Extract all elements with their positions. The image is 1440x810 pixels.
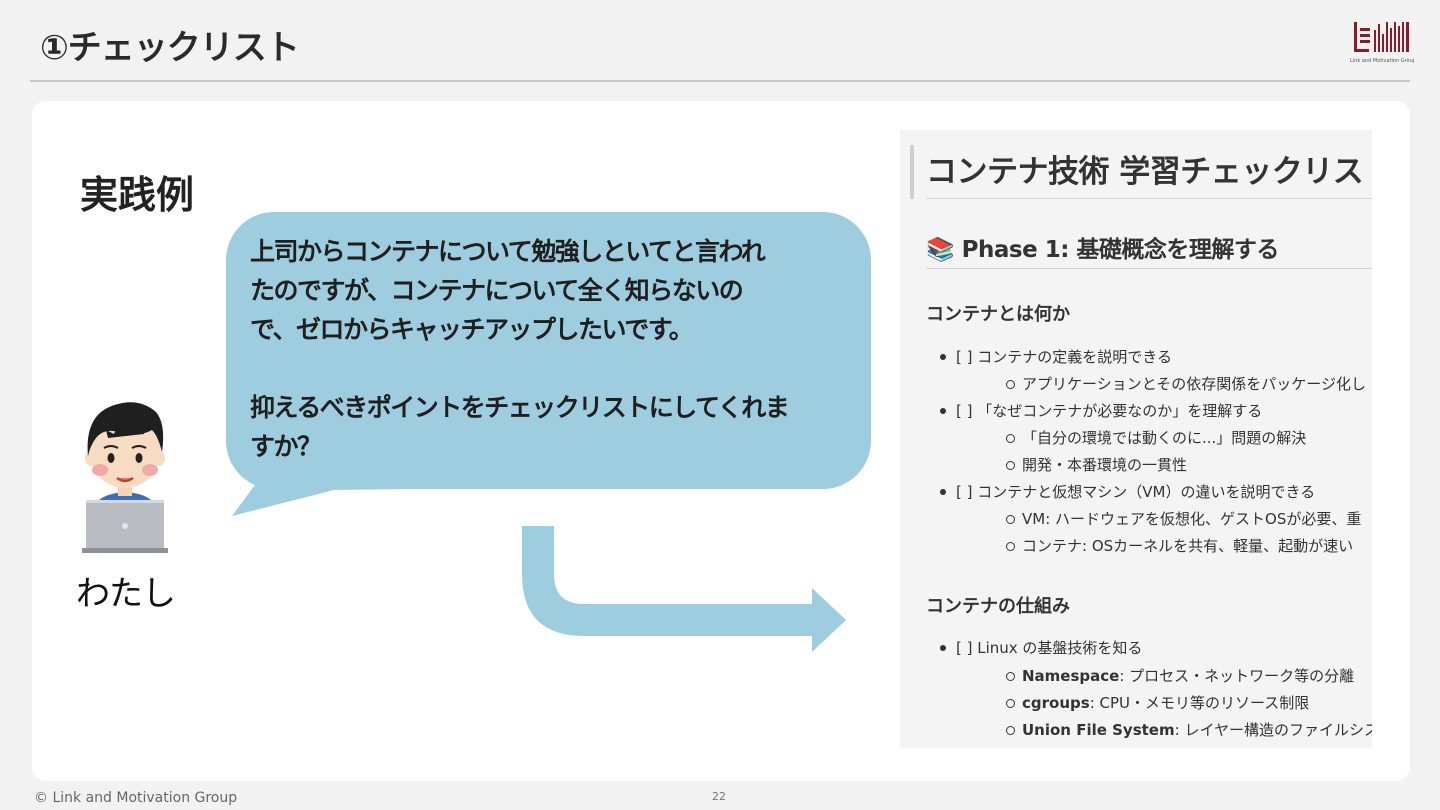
- title-divider: [30, 80, 1410, 82]
- example-heading: 実践例: [80, 173, 195, 217]
- bubble-line: すか？: [250, 432, 322, 461]
- doc-section-heading: コンテナの仕組み: [926, 596, 1070, 617]
- checklist-subitem: Union File System: レイヤー構造のファイルシス: [1006, 720, 1372, 740]
- checklist-item: [ ] コンテナと仮想マシン（VM）の違いを説明できる: [939, 483, 1316, 501]
- doc-phase-heading: 📚 Phase 1: 基礎概念を理解する: [926, 237, 1279, 263]
- bubble-line: たのですが、コンテナについて全く知らないの: [250, 276, 744, 305]
- arrow-right-icon: [522, 526, 846, 652]
- checklist-item: [ ] 「なぜコンテナが必要なのか」を理解する: [939, 402, 1263, 420]
- checklist-subitem: 「自分の環境では動くのに...」問題の解決: [1005, 429, 1307, 447]
- person-label: わたし: [76, 574, 176, 614]
- checklist-subitem: cgroups: CPU・メモリ等のリソース制限: [1005, 694, 1310, 712]
- doc-section-heading: コンテナとは何か: [926, 304, 1070, 325]
- checklist-document-preview: コンテナ技術 学習チェックリスト 📚 Phase 1: 基礎概念を理解する コン…: [900, 130, 1372, 748]
- page-number: 22: [712, 790, 726, 803]
- checklist-subitem: アプリケーションとその依存関係をパッケージ化し: [1006, 375, 1366, 393]
- bubble-line: 抑えるべきポイントをチェックリストにしてくれま: [250, 393, 790, 422]
- speech-bubble: 上司からコンテナについて勉強しといてと言われ たのですが、コンテナについて全く知…: [226, 212, 871, 489]
- checklist-subitem: 開発・本番環境の一貫性: [1005, 456, 1188, 474]
- bubble-line: 上司からコンテナについて勉強しといてと言われ: [250, 237, 766, 266]
- checklist-item: [ ] コンテナの定義を説明できる: [940, 348, 1172, 366]
- checklist-subitem: コンテナ: OSカーネルを共有、軽量、起動が速い: [1005, 537, 1354, 555]
- slide-title: ①チェックリスト: [40, 28, 300, 68]
- footer-copyright: © Link and Motivation Group: [34, 790, 238, 806]
- checklist-subitem: Namespace: プロセス・ネットワーク等の分離: [1005, 667, 1355, 685]
- doc-title: コンテナ技術 学習チェックリスト: [926, 154, 1372, 190]
- logo-wordmark: Link and Motivation Group: [1350, 58, 1414, 64]
- checklist-subitem: VM: ハードウェアを仮想化、ゲストOSが必要、重: [1005, 510, 1362, 528]
- person-with-laptop-icon: [82, 402, 168, 553]
- bubble-line: で、ゼロからキャッチアップしたいです。: [250, 315, 694, 344]
- checklist-item: [ ] Linux の基盤技術を知る: [939, 639, 1143, 657]
